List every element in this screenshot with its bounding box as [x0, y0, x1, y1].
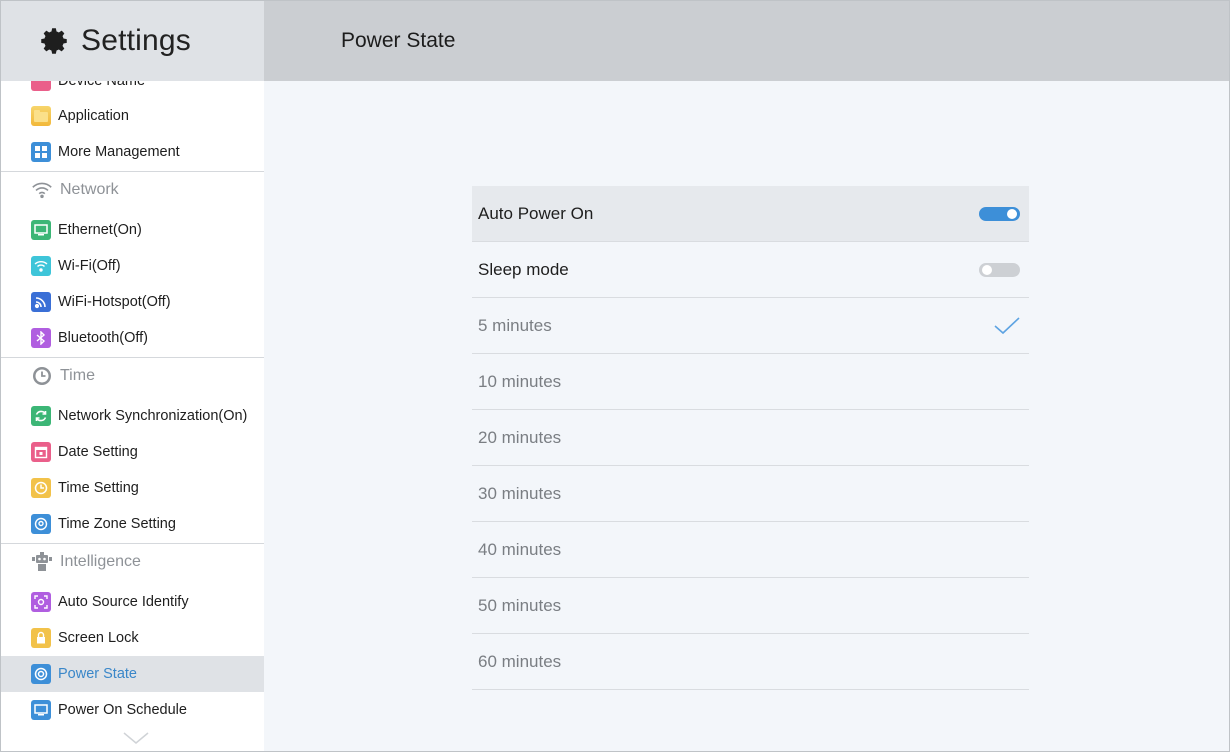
sleep-mode-row[interactable]: Sleep mode [472, 242, 1029, 298]
app-header: Settings [1, 1, 264, 81]
section-network: Network [1, 171, 264, 207]
hotspot-icon [31, 292, 51, 312]
bluetooth-icon [31, 328, 51, 348]
option-label: 20 minutes [478, 427, 562, 447]
wifi-icon [31, 256, 51, 276]
section-label: Intelligence [60, 552, 141, 570]
sleep-mode-label: Sleep mode [478, 259, 569, 279]
monitor-icon [31, 220, 51, 240]
section-label: Network [60, 180, 119, 198]
sidebar-item-label: Time Zone Setting [58, 516, 176, 532]
option-label: 60 minutes [478, 651, 562, 671]
wifi-icon [31, 179, 53, 201]
sleep-option-10-minutes[interactable]: 10 minutes [472, 354, 1029, 410]
checkmark-icon [994, 316, 1020, 334]
sidebar-item-auto-source[interactable]: Auto Source Identify [1, 584, 264, 620]
sidebar-item-label: Time Setting [58, 480, 139, 496]
sidebar-item-label: More Management [58, 144, 180, 160]
chevron-down-icon[interactable] [121, 730, 151, 746]
device-icon [31, 81, 51, 91]
sidebar-item-label: Power State [58, 666, 137, 682]
sleep-option-60-minutes[interactable]: 60 minutes [472, 634, 1029, 690]
option-label: 5 minutes [478, 315, 552, 335]
sidebar-item-label: Ethernet(On) [58, 222, 142, 238]
power-icon [31, 664, 51, 684]
lock-icon [31, 628, 51, 648]
sidebar-item-application[interactable]: Application [1, 98, 264, 134]
sidebar-item-label: Network Synchronization(On) [58, 408, 248, 424]
sync-icon [31, 406, 51, 426]
auto-power-on-row[interactable]: Auto Power On [472, 186, 1029, 242]
auto-power-on-label: Auto Power On [478, 203, 594, 223]
sidebar-item-network-sync[interactable]: Network Synchronization(On) [1, 398, 264, 434]
sidebar-item-label: Bluetooth(Off) [58, 330, 149, 346]
sidebar-item-time-zone[interactable]: Time Zone Setting [1, 506, 264, 542]
gear-icon [41, 28, 67, 54]
sidebar-item-label: Device Name [58, 81, 146, 89]
sidebar-item-screen-lock[interactable]: Screen Lock [1, 620, 264, 656]
sidebar-item-time-setting[interactable]: Time Setting [1, 470, 264, 506]
option-label: 50 minutes [478, 595, 562, 615]
source-icon [31, 592, 51, 612]
sidebar-item-device-name[interactable]: Device Name [1, 81, 264, 99]
sleep-option-40-minutes[interactable]: 40 minutes [472, 522, 1029, 578]
sidebar-item-label: Screen Lock [58, 630, 139, 646]
sidebar-item-label: Date Setting [58, 444, 138, 460]
sidebar-item-date-setting[interactable]: Date Setting [1, 434, 264, 470]
sidebar-item-label: Auto Source Identify [58, 594, 189, 610]
section-label: Time [60, 366, 95, 384]
sidebar-item-more-management[interactable]: More Management [1, 134, 264, 170]
calendar-icon [31, 442, 51, 462]
clock-icon [31, 365, 53, 387]
sleep-option-5-minutes[interactable]: 5 minutes [472, 298, 1029, 354]
sleep-mode-toggle[interactable] [979, 262, 1020, 277]
sidebar-item-wifi-hotspot[interactable]: WiFi-Hotspot(Off) [1, 284, 264, 320]
settings-window: Settings Power State Device Name Applica… [0, 0, 1230, 752]
option-label: 30 minutes [478, 483, 562, 503]
sidebar-item-wifi[interactable]: Wi-Fi(Off) [1, 248, 264, 284]
section-time: Time [1, 357, 264, 393]
sleep-option-20-minutes[interactable]: 20 minutes [472, 410, 1029, 466]
folder-icon [31, 106, 51, 126]
page-header: Power State [264, 1, 1229, 81]
robot-icon [31, 551, 53, 573]
sidebar-item-label: Application [58, 108, 129, 124]
sidebar[interactable]: Device Name Application More Management … [1, 81, 264, 751]
clock-icon [31, 478, 51, 498]
app-title: Settings [81, 24, 191, 57]
sidebar-item-label: Wi-Fi(Off) [58, 258, 121, 274]
sidebar-item-bluetooth[interactable]: Bluetooth(Off) [1, 320, 264, 356]
option-label: 10 minutes [478, 371, 562, 391]
power-settings-list: Auto Power On Sleep mode 5 minutes 10 mi… [472, 186, 1029, 690]
option-label: 40 minutes [478, 539, 562, 559]
grid-icon [31, 142, 51, 162]
globe-icon [31, 514, 51, 534]
sidebar-item-label: WiFi-Hotspot(Off) [58, 294, 171, 310]
sleep-option-30-minutes[interactable]: 30 minutes [472, 466, 1029, 522]
schedule-icon [31, 700, 51, 720]
section-intelligence: Intelligence [1, 543, 264, 579]
sidebar-item-power-on-schedule[interactable]: Power On Schedule [1, 692, 264, 728]
page-title: Power State [341, 29, 456, 52]
sidebar-item-power-state[interactable]: Power State [1, 656, 264, 692]
sidebar-item-ethernet[interactable]: Ethernet(On) [1, 212, 264, 248]
sidebar-item-label: Power On Schedule [58, 702, 187, 718]
auto-power-on-toggle[interactable] [979, 206, 1020, 221]
sleep-option-50-minutes[interactable]: 50 minutes [472, 578, 1029, 634]
